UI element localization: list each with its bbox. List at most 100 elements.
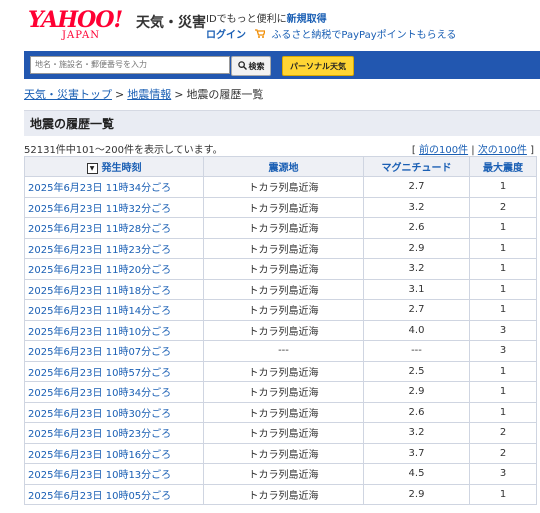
quake-detail-link[interactable]: 2025年6月23日 10時23分ごろ <box>28 429 171 440</box>
intensity-cell: 3 <box>469 340 537 362</box>
time-cell: 2025年6月23日 11時18分ごろ <box>24 278 204 300</box>
time-cell: 2025年6月23日 11時20分ごろ <box>24 258 204 280</box>
quake-detail-link[interactable]: 2025年6月23日 11時28分ごろ <box>28 224 171 235</box>
quake-detail-link[interactable]: 2025年6月23日 10時13分ごろ <box>28 470 171 481</box>
personal-weather-button[interactable]: パーソナル天気 <box>282 56 354 76</box>
time-cell: 2025年6月23日 11時10分ごろ <box>24 319 204 341</box>
yahoo-japan-logo[interactable]: YAHOO! JAPAN <box>28 8 132 42</box>
epicenter-cell: トカラ列島近海 <box>203 483 364 505</box>
pager-bracket-open: [ <box>411 145 416 156</box>
table-row: 2025年6月23日 11時07分ごろ --- --- 3 <box>24 340 537 362</box>
next-page-link[interactable]: 次の100件 <box>478 145 527 156</box>
intensity-cell: 1 <box>469 217 537 239</box>
table-row: 2025年6月23日 11時18分ごろ トカラ列島近海 3.1 1 <box>24 278 537 300</box>
quake-detail-link[interactable]: 2025年6月23日 10時57分ごろ <box>28 368 171 379</box>
quake-detail-link[interactable]: 2025年6月23日 10時30分ごろ <box>28 409 171 420</box>
breadcrumb-quake-info[interactable]: 地震情報 <box>127 88 171 101</box>
epicenter-cell: トカラ列島近海 <box>203 442 364 464</box>
prev-page-link[interactable]: 前の100件 <box>419 145 468 156</box>
column-header-intensity[interactable]: 最大震度 <box>469 156 537 177</box>
intensity-cell: 1 <box>469 299 537 321</box>
intensity-cell: 1 <box>469 278 537 300</box>
epicenter-cell: トカラ列島近海 <box>203 258 364 280</box>
breadcrumb-separator: > <box>115 88 125 101</box>
intensity-cell: 3 <box>469 463 537 485</box>
magnitude-cell: 2.6 <box>363 217 470 239</box>
epicenter-cell: トカラ列島近海 <box>203 360 364 382</box>
intensity-cell: 1 <box>469 258 537 280</box>
logo-sub-text: JAPAN <box>62 30 101 41</box>
search-bar: 検索 パーソナル天気 <box>24 51 540 79</box>
intensity-cell: 1 <box>469 176 537 198</box>
table-row: 2025年6月23日 11時28分ごろ トカラ列島近海 2.6 1 <box>24 217 537 239</box>
column-header-magnitude[interactable]: マグニチュード <box>363 156 470 177</box>
epicenter-cell: トカラ列島近海 <box>203 196 364 218</box>
earthquake-history-table: ▼ 発生時刻 震源地 マグニチュード 最大震度 2025年6月23日 11時34分… <box>24 156 537 505</box>
register-link[interactable]: 新規取得 <box>287 14 327 25</box>
time-cell: 2025年6月23日 11時14分ごろ <box>24 299 204 321</box>
quake-detail-link[interactable]: 2025年6月23日 10時34分ごろ <box>28 388 171 399</box>
intensity-cell: 1 <box>469 381 537 403</box>
service-name[interactable]: 天気・災害 <box>136 12 206 32</box>
breadcrumb-home[interactable]: 天気・災害トップ <box>24 88 112 101</box>
pager-divider: | <box>471 145 475 156</box>
quake-detail-link[interactable]: 2025年6月23日 11時14分ごろ <box>28 306 171 317</box>
quake-detail-link[interactable]: 2025年6月23日 11時20分ごろ <box>28 265 171 276</box>
quake-detail-link[interactable]: 2025年6月23日 11時34分ごろ <box>28 183 171 194</box>
epicenter-cell: トカラ列島近海 <box>203 217 364 239</box>
intensity-cell: 1 <box>469 401 537 423</box>
magnitude-cell: 2.9 <box>363 381 470 403</box>
epicenter-cell: トカラ列島近海 <box>203 381 364 403</box>
magnitude-cell: 3.2 <box>363 422 470 444</box>
intensity-cell: 1 <box>469 360 537 382</box>
time-cell: 2025年6月23日 11時28分ごろ <box>24 217 204 239</box>
table-row: 2025年6月23日 11時20分ごろ トカラ列島近海 3.2 1 <box>24 258 537 280</box>
table-body: 2025年6月23日 11時34分ごろ トカラ列島近海 2.7 1 2025年6月23日… <box>24 176 537 505</box>
column-header-epicenter[interactable]: 震源地 <box>203 156 364 177</box>
quake-detail-link[interactable]: 2025年6月23日 10時16分ごろ <box>28 450 171 461</box>
breadcrumb-separator: > <box>174 88 184 101</box>
epicenter-cell: トカラ列島近海 <box>203 237 364 259</box>
table-row: 2025年6月23日 11時10分ごろ トカラ列島近海 4.0 3 <box>24 319 537 341</box>
time-cell: 2025年6月23日 10時23分ごろ <box>24 422 204 444</box>
breadcrumb: 天気・災害トップ > 地震情報 > 地震の履歴一覧 <box>24 86 263 102</box>
time-cell: 2025年6月23日 10時57分ごろ <box>24 360 204 382</box>
quake-detail-link[interactable]: 2025年6月23日 11時18分ごろ <box>28 286 171 297</box>
time-cell: 2025年6月23日 11時32分ごろ <box>24 196 204 218</box>
table-row: 2025年6月23日 10時30分ごろ トカラ列島近海 2.6 1 <box>24 401 537 423</box>
table-header-row: ▼ 発生時刻 震源地 マグニチュード 最大震度 <box>24 156 537 177</box>
magnitude-cell: 2.9 <box>363 483 470 505</box>
time-cell: 2025年6月23日 11時23分ごろ <box>24 237 204 259</box>
time-cell: 2025年6月23日 10時16分ごろ <box>24 442 204 464</box>
search-input[interactable] <box>30 56 230 74</box>
intensity-cell: 1 <box>469 483 537 505</box>
quake-detail-link[interactable]: 2025年6月23日 11時32分ごろ <box>28 204 171 215</box>
pager-bracket-close: ] <box>530 145 534 156</box>
epicenter-cell: トカラ列島近海 <box>203 463 364 485</box>
epicenter-cell: トカラ列島近海 <box>203 299 364 321</box>
table-row: 2025年6月23日 10時23分ごろ トカラ列島近海 3.2 2 <box>24 422 537 444</box>
table-row: 2025年6月23日 11時23分ごろ トカラ列島近海 2.9 1 <box>24 237 537 259</box>
quake-detail-link[interactable]: 2025年6月23日 11時23分ごろ <box>28 245 171 256</box>
table-row: 2025年6月23日 11時34分ごろ トカラ列島近海 2.7 1 <box>24 176 537 198</box>
quake-detail-link[interactable]: 2025年6月23日 11時07分ごろ <box>28 347 171 358</box>
table-row: 2025年6月23日 10時13分ごろ トカラ列島近海 4.5 3 <box>24 463 537 485</box>
magnitude-cell: 2.7 <box>363 299 470 321</box>
quake-detail-link[interactable]: 2025年6月23日 11時10分ごろ <box>28 327 171 338</box>
time-cell: 2025年6月23日 11時07分ごろ <box>24 340 204 362</box>
site-header: YAHOO! JAPAN 天気・災害 IDでもっと便利に新規取得 ログイン ふる… <box>0 0 540 48</box>
magnifier-icon <box>237 60 247 72</box>
time-cell: 2025年6月23日 10時30分ごろ <box>24 401 204 423</box>
login-link[interactable]: ログイン <box>206 30 246 41</box>
sort-desc-icon[interactable]: ▼ <box>86 162 98 174</box>
column-header-time[interactable]: ▼ 発生時刻 <box>24 156 204 177</box>
furusato-link[interactable]: ふるさと納税でPayPayポイントもらえる <box>271 30 456 41</box>
time-cell: 2025年6月23日 10時05分ごろ <box>24 483 204 505</box>
search-button[interactable]: 検索 <box>231 56 271 76</box>
table-row: 2025年6月23日 10時34分ごろ トカラ列島近海 2.9 1 <box>24 381 537 403</box>
column-header-label: 発生時刻 <box>101 163 142 174</box>
magnitude-cell: 2.9 <box>363 237 470 259</box>
intensity-cell: 1 <box>469 237 537 259</box>
epicenter-cell: トカラ列島近海 <box>203 422 364 444</box>
quake-detail-link[interactable]: 2025年6月23日 10時05分ごろ <box>28 491 171 502</box>
